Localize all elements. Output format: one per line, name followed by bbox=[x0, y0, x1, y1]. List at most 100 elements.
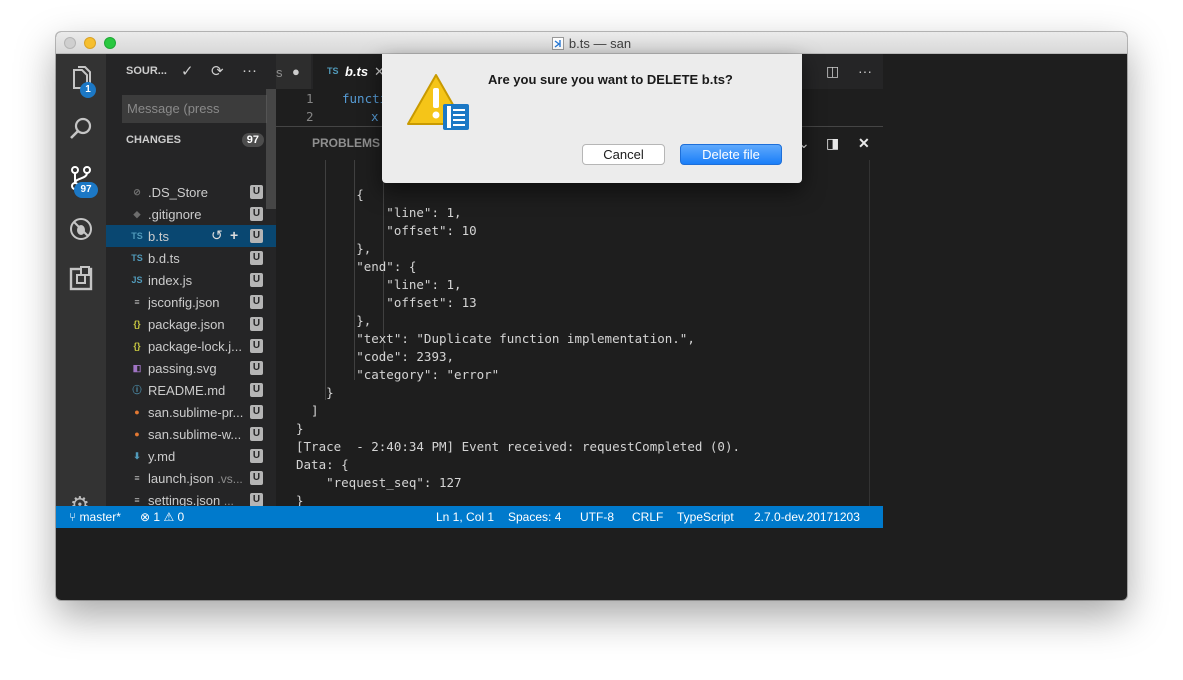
close-panel-icon[interactable]: ✕ bbox=[858, 135, 870, 152]
file-row-index-js[interactable]: JS index.js U bbox=[106, 269, 276, 291]
sidebar-header: SOUR... ✓ ⟳ ··· bbox=[106, 54, 276, 89]
file-name-text: jsconfig.json bbox=[148, 295, 220, 310]
tab-previous[interactable]: s ● bbox=[276, 54, 311, 89]
file-name: package.json bbox=[148, 317, 225, 332]
file-row-passing-svg[interactable]: ◧ passing.svg U bbox=[106, 357, 276, 379]
commit-message-input[interactable]: Message (press bbox=[122, 95, 267, 123]
search-icon[interactable] bbox=[66, 114, 96, 144]
output-text[interactable]: { "line": 1, "offset": 10 }, "end": { "l… bbox=[296, 186, 866, 510]
file-row-settings-json[interactable]: ≡ settings.json ... U bbox=[106, 489, 276, 506]
sublime-icon: ● bbox=[134, 429, 140, 439]
changes-header[interactable]: CHANGES 97 bbox=[106, 130, 276, 152]
untracked-status-badge: U bbox=[250, 449, 263, 463]
file-name-text: passing.svg bbox=[148, 361, 217, 376]
lines-icon: ≡ bbox=[134, 297, 140, 307]
untracked-status-badge: U bbox=[250, 427, 263, 441]
file-folder-hint: .vs... bbox=[217, 472, 243, 486]
untracked-status-badge: U bbox=[250, 339, 263, 353]
svg-icon: ◧ bbox=[132, 363, 142, 373]
file-name-text: package-lock.j... bbox=[148, 339, 242, 354]
file-row-jsconfig-json[interactable]: ≡ jsconfig.json U bbox=[106, 291, 276, 313]
file-row-DS_Store[interactable]: ⊘ .DS_Store U bbox=[106, 181, 276, 203]
output-line: }, bbox=[296, 241, 372, 256]
file-row-gitignore[interactable]: ◆ .gitignore U bbox=[106, 203, 276, 225]
ts-icon: TS bbox=[131, 253, 143, 263]
extensions-icon[interactable] bbox=[66, 264, 96, 294]
language-status[interactable]: TypeScript bbox=[677, 510, 734, 524]
error-icon: ⊗ bbox=[140, 510, 151, 524]
file-row-readme-md[interactable]: ⓘ README.md U bbox=[106, 379, 276, 401]
discard-changes-icon[interactable]: ↺ bbox=[211, 227, 223, 244]
sidebar-title: SOUR... bbox=[126, 65, 167, 77]
output-line: [Trace - 2:40:34 PM] Event received: req… bbox=[296, 439, 741, 454]
vscode-file-icon bbox=[551, 37, 564, 50]
ts-icon: TS bbox=[131, 231, 143, 241]
file-row-package-lock-json[interactable]: {} package-lock.j... U bbox=[106, 335, 276, 357]
file-name: passing.svg bbox=[148, 361, 217, 376]
changes-file-list: ⊘ .DS_Store U ◆ .gitignore U TS b.ts ↺ + U TS b.d.ts… bbox=[106, 181, 276, 506]
dirty-dot-icon: ● bbox=[292, 64, 300, 79]
panel-scrollbar[interactable] bbox=[869, 160, 883, 507]
ts-file-icon: TS bbox=[327, 66, 339, 76]
commit-check-icon[interactable]: ✓ bbox=[181, 62, 194, 80]
file-row-san-sublime-workspace[interactable]: ● san.sublime-w... U bbox=[106, 423, 276, 445]
file-row-launch-json[interactable]: ≡ launch.json .vs... U bbox=[106, 467, 276, 489]
file-row-package-json[interactable]: {} package.json U bbox=[106, 313, 276, 335]
cursor-position[interactable]: Ln 1, Col 1 bbox=[436, 510, 494, 524]
line-number: 1 bbox=[306, 91, 314, 106]
encoding-status[interactable]: UTF-8 bbox=[580, 510, 614, 524]
tab-b-ts[interactable]: TS b.ts ✕ bbox=[313, 54, 385, 89]
cancel-button[interactable]: Cancel bbox=[582, 144, 665, 165]
output-line: } bbox=[296, 385, 334, 400]
file-name: .DS_Store bbox=[148, 185, 208, 200]
stage-changes-icon[interactable]: + bbox=[230, 227, 238, 243]
refresh-icon[interactable]: ⟳ bbox=[211, 62, 224, 80]
file-row-b-d-ts[interactable]: TS b.d.ts U bbox=[106, 247, 276, 269]
editor-more-icon[interactable]: ··· bbox=[858, 63, 872, 79]
output-panel: PROBLEMS ⌄ ◨ ✕ { "line": 1, "offset": 10… bbox=[276, 126, 883, 508]
untracked-status-badge: U bbox=[250, 207, 263, 221]
ts-version-status[interactable]: 2.7.0-dev.20171203 bbox=[754, 510, 860, 524]
explorer-icon[interactable]: 1 bbox=[66, 64, 96, 98]
output-line: "request_seq": 127 bbox=[296, 475, 462, 490]
window-title-wrap: b.ts — san bbox=[56, 36, 1127, 51]
more-actions-icon[interactable]: ··· bbox=[242, 62, 257, 79]
git-icon: ◆ bbox=[133, 209, 141, 219]
problems-status[interactable]: ⊗ 1 ⚠ 0 bbox=[140, 510, 184, 524]
untracked-status-badge: U bbox=[250, 471, 263, 485]
changes-count-badge: 97 bbox=[241, 133, 264, 147]
sidebar-scrollbar[interactable] bbox=[266, 89, 276, 209]
tab-problems[interactable]: PROBLEMS bbox=[312, 136, 380, 150]
json-icon: {} bbox=[133, 319, 141, 329]
eol-status[interactable]: CRLF bbox=[632, 510, 663, 524]
markdown-icon: ⬇ bbox=[133, 451, 141, 461]
branch-status[interactable]: ⑂ master* bbox=[69, 510, 121, 524]
file-name: b.ts bbox=[148, 229, 169, 244]
file-name: package-lock.j... bbox=[148, 339, 242, 354]
file-name-text: san.sublime-w... bbox=[148, 427, 242, 442]
indentation-status[interactable]: Spaces: 4 bbox=[508, 510, 561, 524]
split-editor-icon[interactable]: ◫ bbox=[826, 63, 839, 80]
source-control-icon[interactable]: 97 bbox=[66, 164, 98, 198]
file-folder-hint: ... bbox=[223, 494, 234, 506]
file-name-text: settings.json bbox=[148, 493, 221, 506]
scm-badge: 97 bbox=[74, 182, 98, 198]
file-row-san-sublime-project[interactable]: ● san.sublime-pr... U bbox=[106, 401, 276, 423]
file-name: san.sublime-pr... bbox=[148, 405, 243, 420]
delete-file-button[interactable]: Delete file bbox=[680, 144, 782, 165]
toggle-panel-position-icon[interactable]: ◨ bbox=[826, 135, 839, 152]
file-row-b-ts[interactable]: TS b.ts ↺ + U bbox=[106, 225, 276, 247]
untracked-status-badge: U bbox=[250, 361, 263, 375]
file-name-text: README.md bbox=[148, 383, 226, 398]
file-row-y-md[interactable]: ⬇ y.md U bbox=[106, 445, 276, 467]
file-name: settings.json ... bbox=[148, 493, 234, 506]
file-name: README.md bbox=[148, 383, 225, 398]
output-line: } bbox=[296, 421, 304, 436]
untracked-status-badge: U bbox=[250, 383, 263, 397]
lines-icon: ≡ bbox=[134, 473, 140, 483]
untracked-status-badge: U bbox=[250, 185, 263, 199]
tab-b-ts-label: b.ts bbox=[345, 64, 369, 79]
file-name-text: .DS_Store bbox=[148, 185, 208, 200]
debug-icon[interactable] bbox=[66, 214, 96, 244]
json-icon: {} bbox=[133, 341, 141, 351]
